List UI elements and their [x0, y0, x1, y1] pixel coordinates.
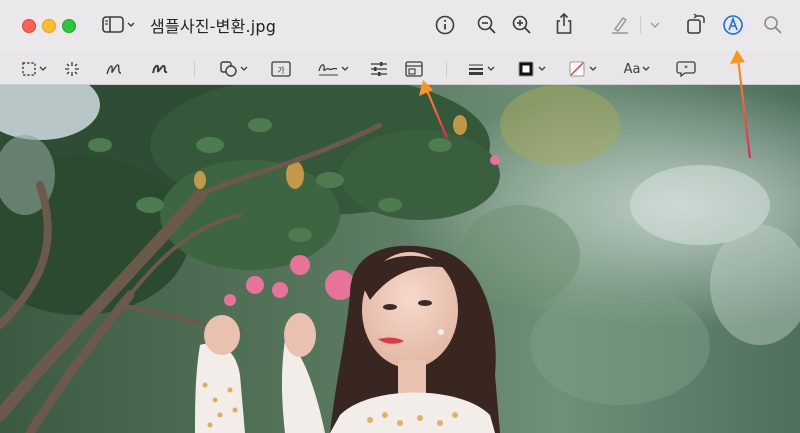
annotation-arrows: [419, 50, 752, 159]
arrow-to-markup-icon: [730, 50, 752, 159]
arrow-to-adjust-size-icon: [419, 80, 449, 139]
